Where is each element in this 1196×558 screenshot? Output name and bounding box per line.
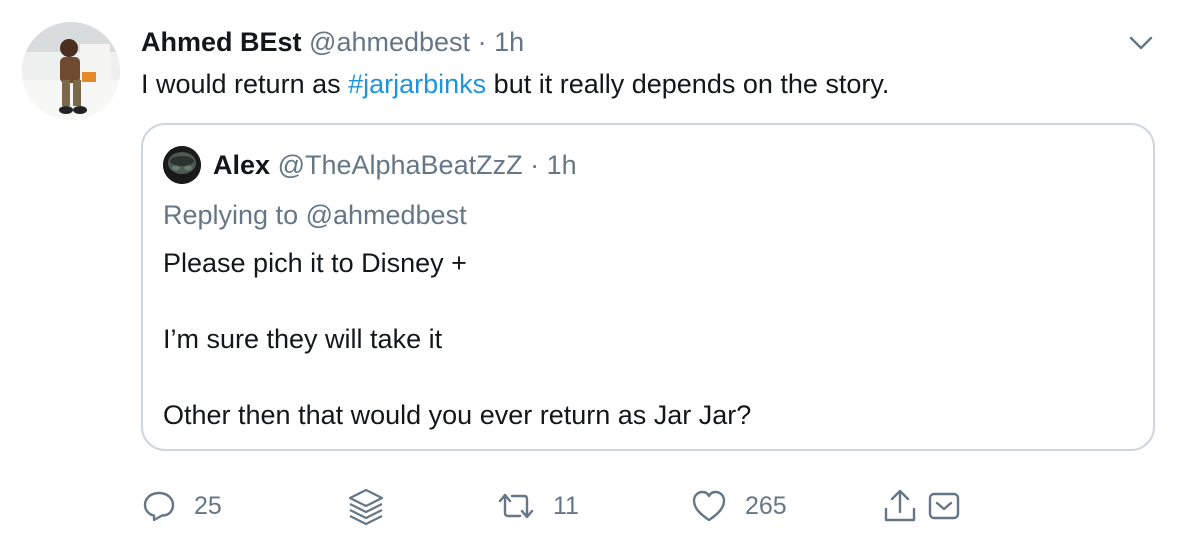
- tweet-text: I would return as #jarjarbinks but it re…: [141, 66, 889, 102]
- author-name[interactable]: Ahmed BEst: [141, 27, 302, 57]
- author-handle[interactable]: @ahmedbest: [309, 27, 470, 57]
- tweet-time[interactable]: 1h: [494, 27, 524, 57]
- retweet-icon: [498, 493, 534, 519]
- stack-icon: [348, 488, 384, 526]
- quoted-text-line: Please pich it to Disney +: [163, 248, 467, 278]
- retweet-count: 11: [553, 491, 579, 520]
- hashtag-link[interactable]: #jarjarbinks: [348, 69, 486, 99]
- heart-icon: [692, 490, 726, 522]
- reply-icon: [143, 491, 175, 522]
- like-button[interactable]: 265: [690, 483, 787, 529]
- reply-button[interactable]: 25: [141, 483, 222, 529]
- retweet-button[interactable]: 11: [496, 483, 579, 529]
- quoted-text-line: I’m sure they will take it: [163, 324, 443, 354]
- share-icon: [884, 489, 916, 522]
- like-count: 265: [745, 491, 787, 520]
- quoted-name[interactable]: Alex: [213, 150, 270, 180]
- tweet-text-after: but it really depends on the story.: [486, 69, 890, 99]
- quoted-time[interactable]: 1h: [547, 150, 577, 180]
- stack-button[interactable]: [345, 483, 387, 529]
- reply-count: 25: [194, 491, 222, 520]
- chevron-down-icon[interactable]: [1126, 28, 1156, 58]
- quoted-text-line: Other then that would you ever return as…: [163, 400, 752, 430]
- quoted-avatar[interactable]: [163, 146, 201, 184]
- share-button[interactable]: [880, 483, 920, 529]
- tweet-header: Ahmed BEst @ahmedbest · 1h: [141, 24, 524, 60]
- tweet-text-before: I would return as: [141, 69, 349, 99]
- replying-to[interactable]: Replying to @ahmedbest: [163, 197, 467, 233]
- header-separator: ·: [477, 27, 487, 57]
- email-icon: [928, 492, 960, 520]
- quoted-separator: ·: [530, 150, 540, 180]
- quoted-handle[interactable]: @TheAlphaBeatZzZ: [278, 150, 523, 180]
- email-button[interactable]: [926, 483, 962, 529]
- quoted-header: Alex @TheAlphaBeatZzZ · 1h: [213, 147, 577, 183]
- tweet: Ahmed BEst @ahmedbest · 1h I would retur…: [0, 0, 1196, 558]
- quoted-tweet[interactable]: Alex @TheAlphaBeatZzZ · 1h Replying to @…: [141, 123, 1155, 451]
- author-avatar[interactable]: [22, 22, 120, 120]
